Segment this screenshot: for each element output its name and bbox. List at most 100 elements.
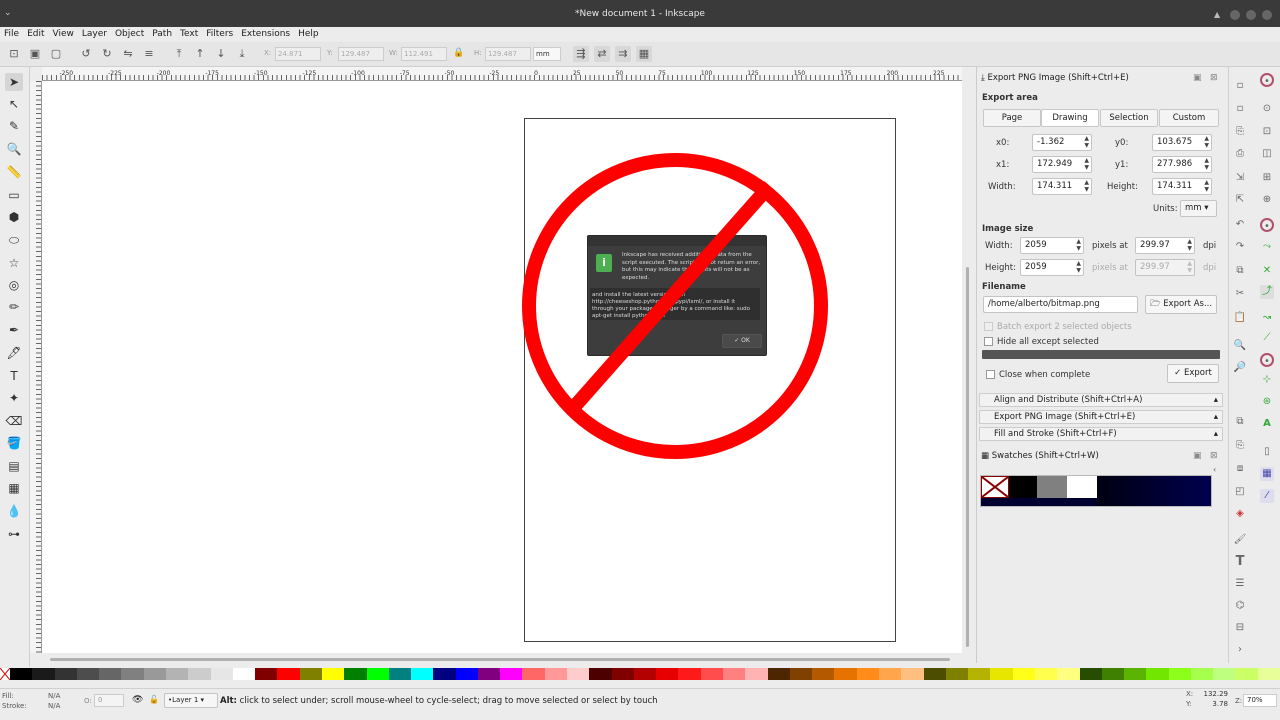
palette-swatch[interactable]	[1168, 668, 1191, 680]
palette-swatch[interactable]	[945, 668, 969, 680]
palette-swatch[interactable]	[611, 668, 634, 680]
flip-horizontal-icon[interactable]: ⇋	[120, 46, 136, 62]
swatches-menu-icon[interactable]: ‹	[1213, 465, 1216, 474]
y1-input[interactable]: 277.986 ▲ ▼	[1152, 156, 1212, 173]
palette-swatch[interactable]	[1101, 668, 1125, 680]
layer-select[interactable]: •Layer 1 ▾	[164, 693, 218, 708]
close-window-button[interactable]	[1262, 10, 1272, 20]
align-distribute-icon[interactable]: ⊟	[1233, 621, 1247, 635]
maximize-button[interactable]	[1246, 10, 1256, 20]
palette-swatch[interactable]	[143, 668, 166, 680]
snap-edges-icon[interactable]: ⊡	[1260, 125, 1274, 139]
palette-swatch[interactable]	[968, 668, 991, 680]
3d-box-tool-icon[interactable]: ⬢	[5, 208, 23, 226]
y-field[interactable]: 129.487	[338, 47, 384, 61]
palette-swatch[interactable]	[165, 668, 189, 680]
h-field[interactable]: 129.487	[485, 47, 531, 61]
dialog-ok-button[interactable]: ✓ OK	[722, 334, 762, 348]
palette-swatch[interactable]	[277, 668, 300, 680]
layer-visibility-icon[interactable]: 👁	[132, 695, 143, 705]
deselect-icon[interactable]: ▢	[48, 46, 64, 62]
paint-bucket-tool-icon[interactable]: 🪣	[5, 434, 23, 452]
palette-swatch[interactable]	[700, 668, 723, 680]
snap-intersections-icon[interactable]: ✕	[1260, 264, 1274, 278]
palette-swatch[interactable]	[1079, 668, 1102, 680]
ellipse-tool-icon[interactable]: ⬭	[5, 231, 23, 249]
close-when-complete-checkbox[interactable]	[986, 370, 995, 379]
palette-swatch[interactable]	[32, 668, 55, 680]
palette-swatch[interactable]	[656, 668, 679, 680]
selector-tool-icon[interactable]: ➤	[5, 73, 23, 91]
palette-swatch[interactable]	[723, 668, 746, 680]
palette-swatch[interactable]	[767, 668, 790, 680]
fill-stroke-icon[interactable]: 🖌	[1233, 533, 1247, 547]
zoom-tool-icon[interactable]: 🔍	[5, 140, 23, 158]
opacity-field[interactable]: 0	[94, 694, 124, 707]
more-commands-icon[interactable]: ›	[1233, 643, 1247, 657]
tab-selection[interactable]: Selection	[1100, 109, 1158, 127]
zoom-selection-icon[interactable]: 🔍	[1233, 339, 1247, 353]
height-input[interactable]: 174.311 ▲ ▼	[1152, 178, 1212, 195]
export-icon[interactable]: ⇱	[1233, 193, 1247, 207]
snap-guide-icon[interactable]: ⁄	[1260, 489, 1274, 503]
open-document-icon[interactable]: ▫	[1233, 102, 1247, 116]
xml-editor-icon[interactable]: ⌬	[1233, 599, 1247, 613]
flip-vertical-icon[interactable]: ≡	[141, 46, 157, 62]
palette-swatch[interactable]	[299, 668, 322, 680]
snap-others-icon[interactable]: •	[1260, 353, 1274, 367]
swatches-grid[interactable]	[980, 475, 1212, 507]
move-patterns-icon[interactable]: ▦	[636, 46, 652, 62]
unlink-clone-icon[interactable]: ⧈	[1233, 462, 1247, 476]
group-icon[interactable]: ◰	[1233, 485, 1247, 499]
spray-tool-icon[interactable]: ✦	[5, 389, 23, 407]
palette-swatch[interactable]	[522, 668, 545, 680]
no-color-swatch[interactable]	[0, 667, 11, 681]
calligraphy-tool-icon[interactable]: 🖋	[5, 344, 23, 362]
palette-swatch[interactable]	[901, 668, 924, 680]
snap-text-baseline-icon[interactable]: A	[1260, 417, 1274, 431]
mesh-tool-icon[interactable]: ▦	[5, 479, 23, 497]
dpi-input[interactable]: 299.97 ▲ ▼	[1135, 237, 1195, 254]
menu-layer[interactable]: Layer	[78, 27, 111, 42]
lower-icon[interactable]: ↓	[213, 46, 229, 62]
x0-input[interactable]: -1.362 ▲ ▼	[1032, 134, 1092, 151]
palette-swatch[interactable]	[789, 668, 813, 680]
hide-all-checkbox[interactable]	[984, 337, 993, 346]
palette-swatch[interactable]	[54, 668, 77, 680]
palette-swatch[interactable]	[589, 668, 612, 680]
palette-swatch[interactable]	[500, 668, 523, 680]
lower-to-bottom-icon[interactable]: ⤓	[234, 46, 250, 62]
message-dialog[interactable]: i Inkscape has received additional data …	[587, 235, 767, 356]
x-field[interactable]: 24.871	[275, 47, 321, 61]
raise-to-top-icon[interactable]: ⤒	[171, 46, 187, 62]
snap-object-centers-icon[interactable]: ⊹	[1260, 373, 1274, 387]
keep-above-icon[interactable]: ▲	[1214, 10, 1224, 20]
snap-rotation-center-icon[interactable]: ⊛	[1260, 395, 1274, 409]
panel-close-icon[interactable]: ⊠	[1210, 73, 1218, 83]
palette-swatch[interactable]	[1235, 668, 1258, 680]
scale-stroke-icon[interactable]: ⇶	[573, 46, 589, 62]
palette-swatch[interactable]	[745, 668, 768, 680]
menu-filters[interactable]: Filters	[202, 27, 237, 42]
gradient-tool-icon[interactable]: ▤	[5, 457, 23, 475]
export-button[interactable]: ✓ Export	[1167, 364, 1219, 383]
duplicate-icon[interactable]: ⧉	[1233, 415, 1247, 429]
palette-swatch[interactable]	[567, 668, 590, 680]
x1-input[interactable]: 172.949 ▲ ▼	[1032, 156, 1092, 173]
vertical-scrollbar[interactable]	[962, 67, 974, 657]
palette-swatch[interactable]	[433, 668, 456, 680]
palette-swatch[interactable]	[1190, 668, 1214, 680]
snap-corners-icon[interactable]: ◫	[1260, 147, 1274, 161]
import-icon[interactable]: ⇲	[1233, 171, 1247, 185]
move-gradients-icon[interactable]: ⇉	[615, 46, 631, 62]
snap-page-border-icon[interactable]: ▯	[1260, 445, 1274, 459]
swatch[interactable]	[1067, 476, 1097, 498]
palette-swatch[interactable]	[455, 668, 478, 680]
tab-drawing[interactable]: Drawing	[1041, 109, 1099, 127]
snap-midpoints-icon[interactable]: ⊞	[1260, 171, 1274, 185]
swatches-detach-icon[interactable]: ▣	[1193, 451, 1202, 461]
vertical-scroll-thumb[interactable]	[966, 267, 969, 647]
raise-icon[interactable]: ↑	[192, 46, 208, 62]
layer-lock-icon[interactable]: 🔓	[149, 695, 159, 704]
connector-tool-icon[interactable]: ⊶	[5, 525, 23, 543]
